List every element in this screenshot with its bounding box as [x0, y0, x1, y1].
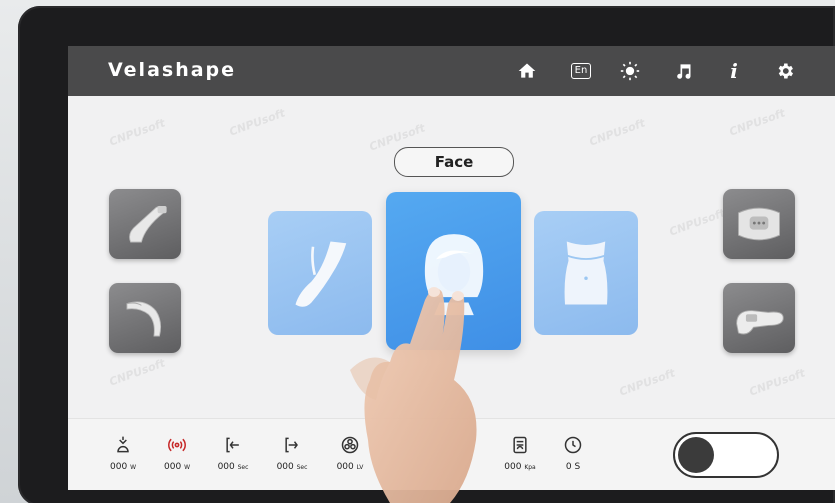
app-title: Velashape: [108, 59, 237, 81]
status-value: 000: [110, 462, 128, 472]
toggle-knob: [678, 437, 714, 473]
roller-applicator-icon: [738, 207, 780, 241]
status-unit: LV: [356, 464, 364, 471]
status-unit: Sec: [237, 464, 249, 471]
face-icon: [424, 234, 483, 316]
large-applicator-button[interactable]: [109, 189, 181, 259]
status-value: 000: [217, 462, 235, 472]
pressure-icon: [513, 436, 527, 454]
rf-icon: [168, 438, 186, 452]
area-card-face[interactable]: [386, 192, 521, 350]
status-unit: W: [130, 464, 136, 471]
roller-applicator-button[interactable]: [723, 189, 795, 259]
status-value: 0: [565, 462, 572, 472]
status-pressure: 000 Kpa: [495, 435, 545, 472]
touch-screen: Velashape En i CNPUsoft CNPUsoft CNPUsof…: [68, 46, 835, 490]
device-bezel: Velashape En i CNPUsoft CNPUsoft CNPUsof…: [18, 6, 835, 503]
status-bar: 000 W 000 W 000 Sec 000 Sec 000 LV 000 K…: [68, 418, 835, 490]
music-icon[interactable]: [672, 60, 694, 82]
area-card-abdomen[interactable]: [534, 211, 638, 335]
status-value: 000: [504, 462, 522, 472]
watermark: CNPUsoft: [107, 116, 167, 149]
language-label: En: [570, 63, 592, 79]
status-value: 000: [336, 462, 354, 472]
status-vacuum-level: 000 LV: [325, 435, 375, 472]
status-ir: 000 W: [98, 435, 148, 472]
watermark: CNPUsoft: [587, 116, 647, 149]
ir-icon: [117, 436, 129, 453]
abdomen-icon: [564, 241, 608, 305]
watermark: CNPUsoft: [667, 206, 727, 239]
small-applicator-button[interactable]: [109, 283, 181, 353]
language-icon[interactable]: En: [570, 60, 592, 82]
watermark: CNPUsoft: [107, 356, 167, 389]
status-pulse-in: 000 Sec: [208, 435, 258, 472]
status-pulse-out: 000 Sec: [267, 435, 317, 472]
large-applicator-icon: [129, 205, 167, 243]
watermark: CNPUsoft: [727, 106, 787, 139]
home-icon[interactable]: [516, 60, 538, 82]
status-unit: S: [574, 462, 581, 472]
vacuum-applicator-icon: [736, 310, 784, 335]
pulse-out-icon: [285, 437, 298, 453]
vacuum-level-icon: [341, 436, 359, 454]
photo-background: Velashape En i CNPUsoft CNPUsoft CNPUsof…: [0, 0, 835, 503]
watermark: CNPUsoft: [747, 366, 807, 399]
leg-icon: [295, 241, 347, 307]
power-toggle[interactable]: [673, 432, 779, 478]
status-unit: Kpa: [524, 464, 536, 471]
selected-area-label: Face: [394, 147, 514, 177]
watermark: CNPUsoft: [617, 366, 677, 399]
timer-icon: [564, 436, 582, 454]
status-value: 000: [164, 462, 182, 472]
settings-icon[interactable]: [774, 60, 796, 82]
info-icon[interactable]: i: [723, 59, 745, 83]
pulse-in-icon: [226, 437, 239, 453]
vacuum-applicator-button[interactable]: [723, 283, 795, 353]
status-unit: W: [184, 464, 190, 471]
small-applicator-icon: [126, 301, 162, 337]
watermark: CNPUsoft: [227, 106, 287, 139]
top-bar: Velashape En i: [68, 46, 835, 96]
status-value: 000: [276, 462, 294, 472]
status-timer: 0 S: [548, 435, 598, 472]
status-unit: Sec: [296, 464, 308, 471]
brightness-icon[interactable]: [619, 60, 641, 82]
status-rf: 000 W: [152, 435, 202, 472]
area-card-leg[interactable]: [268, 211, 372, 335]
